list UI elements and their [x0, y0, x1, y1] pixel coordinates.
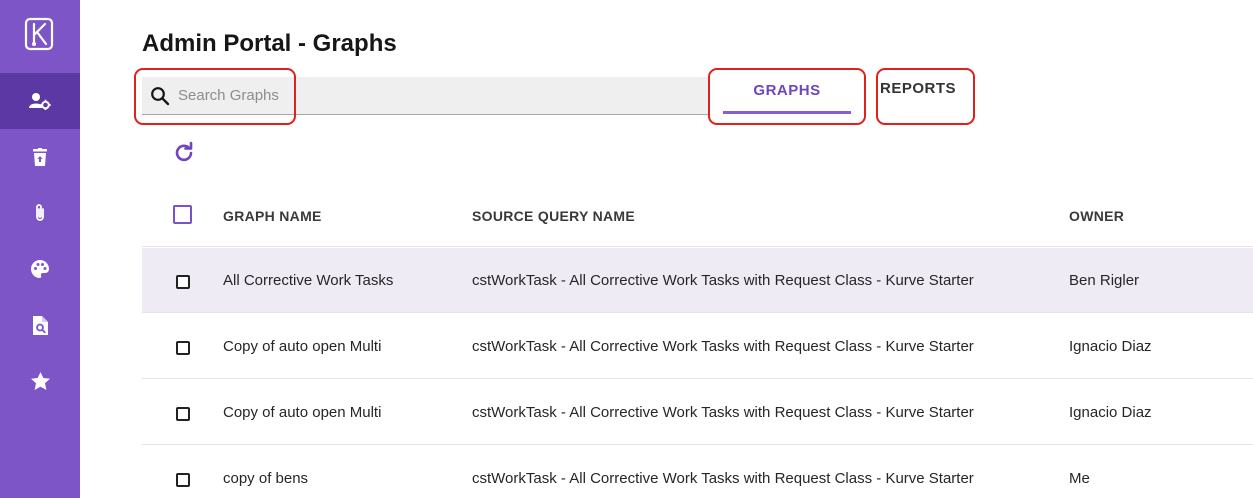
column-header-source-query-name[interactable]: SOURCE QUERY NAME: [472, 208, 635, 224]
logo-icon[interactable]: [24, 17, 54, 51]
search-icon: [151, 86, 170, 105]
paperclip-icon: [36, 204, 44, 221]
sidebar-item-trash[interactable]: [0, 129, 80, 185]
active-tab-indicator: [723, 111, 851, 114]
page-title: Admin Portal - Graphs: [142, 30, 397, 57]
graph-name-cell: All Corrective Work Tasks: [223, 272, 394, 289]
sidebar-item-admin[interactable]: [0, 73, 80, 129]
row-checkbox[interactable]: [176, 341, 190, 355]
sidebar-item-favorites[interactable]: [0, 353, 80, 409]
source-query-cell: cstWorkTask - All Corrective Work Tasks …: [472, 470, 974, 487]
file-search-icon: [32, 315, 48, 335]
trash-restore-icon: [33, 148, 47, 166]
table-row[interactable]: Copy of auto open Multi cstWorkTask - Al…: [142, 314, 1253, 379]
owner-cell: Me: [1069, 470, 1090, 487]
owner-cell: Ben Rigler: [1069, 272, 1140, 289]
table-row[interactable]: Copy of auto open Multi cstWorkTask - Al…: [142, 380, 1253, 445]
sidebar-item-themes[interactable]: [0, 241, 80, 297]
sidebar: [0, 0, 80, 498]
source-query-cell: cstWorkTask - All Corrective Work Tasks …: [472, 338, 974, 355]
owner-cell: Ignacio Diaz: [1069, 338, 1152, 355]
search-input[interactable]: [178, 87, 658, 104]
refresh-icon[interactable]: [173, 141, 195, 163]
row-checkbox[interactable]: [176, 407, 190, 421]
column-header-owner[interactable]: OWNER: [1069, 208, 1124, 224]
star-icon: [30, 372, 50, 390]
graph-name-cell: Copy of auto open Multi: [223, 404, 382, 421]
table-row[interactable]: copy of bens cstWorkTask - All Correctiv…: [142, 446, 1253, 498]
admin-users-icon: [29, 93, 51, 110]
palette-icon: [31, 260, 49, 278]
table-row[interactable]: All Corrective Work Tasks cstWorkTask - …: [142, 248, 1253, 313]
search-bar: [142, 77, 710, 115]
tab-graphs[interactable]: GRAPHS: [723, 78, 851, 116]
row-checkbox[interactable]: [176, 275, 190, 289]
tab-graphs-label: GRAPHS: [753, 82, 821, 99]
sidebar-item-attachments[interactable]: [0, 185, 80, 241]
graph-name-cell: copy of bens: [223, 470, 309, 487]
column-header-graph-name[interactable]: GRAPH NAME: [223, 208, 322, 224]
tab-reports[interactable]: REPORTS: [880, 80, 956, 97]
source-query-cell: cstWorkTask - All Corrective Work Tasks …: [472, 272, 974, 289]
sidebar-item-reports[interactable]: [0, 297, 80, 353]
source-query-cell: cstWorkTask - All Corrective Work Tasks …: [472, 404, 974, 421]
table-header: GRAPH NAME SOURCE QUERY NAME OWNER: [142, 187, 1253, 247]
owner-cell: Ignacio Diaz: [1069, 404, 1152, 421]
select-all-checkbox[interactable]: [173, 205, 192, 224]
row-checkbox[interactable]: [176, 473, 190, 487]
graph-name-cell: Copy of auto open Multi: [223, 338, 382, 355]
